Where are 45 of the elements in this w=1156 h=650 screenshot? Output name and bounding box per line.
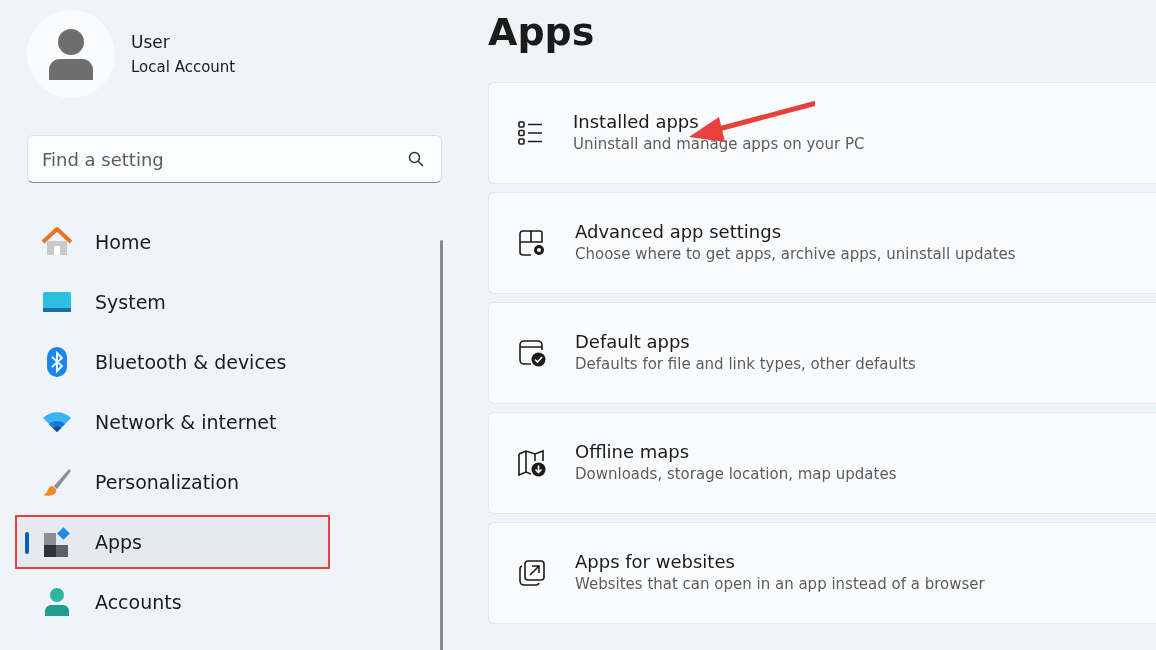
map-download-icon bbox=[517, 447, 547, 478]
sidebar-item[interactable]: Home bbox=[15, 215, 442, 269]
card-title: Installed apps bbox=[573, 109, 700, 134]
paintbrush-icon bbox=[41, 466, 73, 498]
settings-card[interactable]: Offline maps Downloads, storage location, map updates bbox=[488, 411, 1156, 514]
person-icon bbox=[48, 28, 94, 80]
card-description: Choose where to get apps, archive apps, uninstall updates bbox=[575, 244, 1016, 266]
sidebar-item-label: Network & internet bbox=[95, 409, 277, 435]
card-title: Offline maps bbox=[575, 439, 691, 464]
window-check-icon bbox=[517, 337, 547, 368]
card-description: Uninstall and manage apps on your PC bbox=[573, 134, 865, 156]
card-description: Defaults for file and link types, other defaults bbox=[575, 354, 916, 376]
open-in-window-icon bbox=[517, 557, 547, 588]
sidebar-item-label: Apps bbox=[95, 529, 143, 555]
search-icon bbox=[408, 151, 424, 167]
sidebar-item-label: Accounts bbox=[95, 589, 182, 615]
settings-card[interactable]: Advanced app settings Choose where to get apps, archive apps, uninstall updates bbox=[488, 191, 1156, 294]
card-description: Websites that can open in an app instead of a browser bbox=[575, 574, 985, 596]
sidebar-item-label: Personalization bbox=[95, 469, 240, 495]
sidebar-item[interactable]: Network & internet bbox=[15, 395, 442, 449]
settings-card[interactable]: Installed apps Uninstall and manage apps on your PC bbox=[488, 81, 1156, 184]
card-title: Default apps bbox=[575, 329, 691, 354]
sidebar-item[interactable]: Bluetooth & devices bbox=[15, 335, 442, 389]
search-field[interactable]: Find a setting bbox=[27, 135, 442, 183]
sidebar-item-label: Home bbox=[95, 229, 152, 255]
sidebar-item-label: System bbox=[95, 289, 166, 315]
card-title: Advanced app settings bbox=[575, 219, 782, 244]
sidebar-item[interactable]: System bbox=[15, 275, 442, 329]
scrollbar[interactable] bbox=[440, 240, 443, 650]
settings-card[interactable]: Apps for websites Websites that can open in an app instead of a browser bbox=[488, 521, 1156, 624]
house-icon bbox=[41, 226, 73, 258]
sidebar-item[interactable]: Apps bbox=[15, 515, 330, 569]
list-icon bbox=[517, 118, 545, 147]
page-title: Apps bbox=[488, 10, 596, 56]
grid-gear-icon bbox=[517, 227, 547, 258]
sidebar-item[interactable]: Accounts bbox=[15, 575, 442, 629]
settings-card[interactable]: Default apps Defaults for file and link types, other defaults bbox=[488, 301, 1156, 404]
apps-icon bbox=[41, 526, 73, 558]
sidebar-item-label: Bluetooth & devices bbox=[95, 349, 287, 375]
account-name: User bbox=[131, 31, 171, 54]
card-description: Downloads, storage location, map updates bbox=[575, 464, 897, 486]
sidebar-item[interactable]: Personalization bbox=[15, 455, 442, 509]
selection-indicator bbox=[25, 532, 29, 554]
card-title: Apps for websites bbox=[575, 549, 736, 574]
account-type: Local Account bbox=[131, 56, 236, 78]
